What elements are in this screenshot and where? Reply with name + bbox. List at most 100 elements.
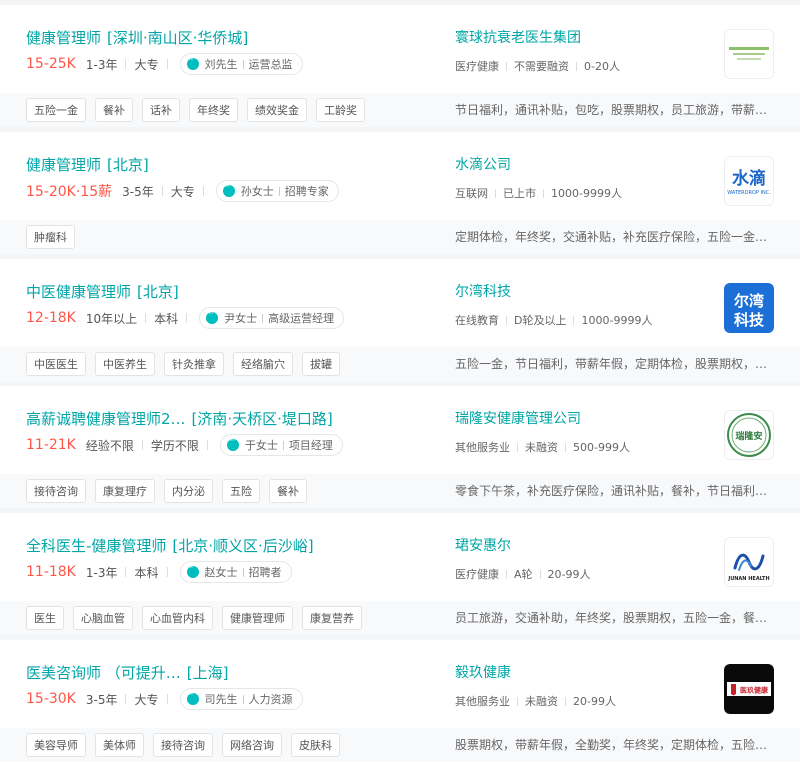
company-size: 20-99人 bbox=[573, 695, 616, 708]
divider bbox=[506, 61, 507, 71]
job-card[interactable]: 中医健康管理师 [北京] 12-18K 10年以上 本科 尹女士高级运营经理 尔湾… bbox=[0, 259, 800, 381]
company-benefits: 员工旅游，交通补助，年终奖，股票期权，五险一金，餐… bbox=[455, 611, 768, 625]
recruiter-chat-button[interactable]: 刘先生运营总监 bbox=[179, 53, 303, 75]
company-industry: 互联网 bbox=[455, 187, 488, 200]
divider bbox=[278, 186, 280, 196]
job-tag: 餐补 bbox=[269, 479, 307, 503]
job-tag: 绩效奖金 bbox=[247, 98, 307, 122]
job-primary: 高薪诚聘健康管理师2… [济南·天桥区·堤口路] 11-21K 经验不限 学历不限… bbox=[0, 386, 800, 476]
company-benefits: 节日福利，通讯补贴，包吃，股票期权，员工旅游，带薪… bbox=[455, 103, 768, 117]
junan-health-logo-icon[interactable]: JUNAN HEALTH bbox=[724, 537, 774, 587]
job-title-link[interactable]: 中医健康管理师 [北京] bbox=[26, 281, 179, 302]
recruiter-chat-button[interactable]: 司先生人力资源 bbox=[179, 688, 303, 710]
divider bbox=[282, 440, 284, 450]
job-tag: 心脑血管 bbox=[73, 606, 133, 630]
company-stage: 已上市 bbox=[503, 187, 536, 200]
job-location[interactable]: [上海] bbox=[187, 664, 229, 682]
company-meta: 医疗健康 A轮 20-99人 bbox=[455, 566, 591, 582]
job-tag: 五险 bbox=[222, 479, 260, 503]
job-tag: 美容导师 bbox=[26, 733, 86, 757]
company-name-link[interactable]: 水滴公司 bbox=[455, 154, 511, 174]
chat-bubble-icon bbox=[186, 55, 199, 70]
job-tag: 接待咨询 bbox=[153, 733, 213, 757]
job-location[interactable]: [北京] bbox=[107, 156, 149, 174]
recruiter-name: 尹女士 bbox=[224, 312, 258, 325]
company-size: 500-999人 bbox=[573, 441, 630, 454]
job-location[interactable]: [济南·天桥区·堤口路] bbox=[192, 410, 333, 428]
job-salary: 15-25K bbox=[26, 56, 76, 72]
job-card[interactable]: 健康管理师 [北京] 15-20K·15薪 3-5年 大专 孙女士招聘专家 水滴公… bbox=[0, 132, 800, 254]
job-footer: 接待咨询 康复理疗 内分泌 五险 餐补 零食下午茶，补充医疗保险，通讯补贴，餐补… bbox=[0, 474, 800, 508]
recruiter-chat-button[interactable]: 赵女士招聘者 bbox=[179, 561, 292, 583]
job-meta: 11-21K 经验不限 学历不限 于女士项目经理 bbox=[26, 434, 343, 456]
job-title[interactable]: 中医健康管理师 bbox=[26, 283, 131, 301]
job-experience: 1-3年 bbox=[85, 565, 118, 580]
job-education: 学历不限 bbox=[150, 438, 199, 453]
recruiter-chat-button[interactable]: 孙女士招聘专家 bbox=[215, 180, 339, 202]
job-location[interactable]: [北京·顺义区·后沙峪] bbox=[172, 537, 313, 555]
divider bbox=[262, 313, 264, 323]
job-title[interactable]: 健康管理师 bbox=[26, 29, 101, 47]
job-title-link[interactable]: 健康管理师 [深圳·南山区·华侨城] bbox=[26, 27, 248, 48]
job-salary: 11-21K bbox=[26, 437, 76, 453]
job-card[interactable]: 高薪诚聘健康管理师2… [济南·天桥区·堤口路] 11-21K 经验不限 学历不限… bbox=[0, 386, 800, 508]
job-title[interactable]: 全科医生-健康管理师 bbox=[26, 537, 166, 555]
green-text-logo-icon[interactable] bbox=[724, 29, 774, 79]
divider bbox=[141, 440, 143, 450]
job-title[interactable]: 健康管理师 bbox=[26, 156, 101, 174]
job-experience: 3-5年 bbox=[122, 184, 154, 199]
waterdrop-logo-icon[interactable]: 水滴 WATERDROP INC. bbox=[724, 156, 774, 206]
erwan-logo-icon[interactable]: 尔湾 科技 bbox=[724, 283, 774, 333]
recruiter-chat-button[interactable]: 尹女士高级运营经理 bbox=[199, 307, 345, 329]
company-name-link[interactable]: 寰球抗衰老医生集团 bbox=[455, 27, 581, 47]
job-salary: 12-18K bbox=[26, 310, 76, 326]
job-meta: 15-20K·15薪 3-5年 大专 孙女士招聘专家 bbox=[26, 180, 339, 202]
job-title[interactable]: 高薪诚聘健康管理师2… bbox=[26, 410, 186, 428]
logo-text: 尔湾 bbox=[734, 292, 764, 310]
divider bbox=[125, 567, 127, 577]
job-title-link[interactable]: 健康管理师 [北京] bbox=[26, 154, 149, 175]
job-location[interactable]: [北京] bbox=[137, 283, 179, 301]
logo-text: JUNAN HEALTH bbox=[727, 576, 769, 582]
company-industry: 在线教育 bbox=[455, 314, 499, 327]
company-benefits: 股票期权，带薪年假，全勤奖，年终奖，定期体检，五险… bbox=[455, 738, 768, 752]
job-tag: 美体师 bbox=[95, 733, 144, 757]
job-tag: 内分泌 bbox=[164, 479, 213, 503]
job-title-link[interactable]: 高薪诚聘健康管理师2… [济南·天桥区·堤口路] bbox=[26, 408, 333, 429]
job-location[interactable]: [深圳·南山区·华侨城] bbox=[107, 29, 248, 47]
company-name-link[interactable]: 尔湾科技 bbox=[455, 281, 511, 301]
company-stage: A轮 bbox=[514, 568, 533, 581]
job-tag: 心血管内科 bbox=[142, 606, 213, 630]
divider bbox=[242, 567, 244, 577]
company-industry: 医疗健康 bbox=[455, 568, 499, 581]
job-footer: 五险一金 餐补 话补 年终奖 绩效奖金 工龄奖 节日福利，通讯补贴，包吃，股票期… bbox=[0, 93, 800, 127]
company-name-link[interactable]: 毅玖健康 bbox=[455, 662, 511, 682]
recruiter-name: 赵女士 bbox=[204, 566, 238, 579]
job-experience: 3-5年 bbox=[85, 692, 118, 707]
company-meta: 医疗健康 不需要融资 0-20人 bbox=[455, 58, 620, 74]
recruiter-title: 人力资源 bbox=[248, 693, 293, 706]
divider bbox=[166, 567, 168, 577]
divider bbox=[166, 59, 168, 69]
company-name-link[interactable]: 瑞隆安健康管理公司 bbox=[455, 408, 581, 428]
divider bbox=[543, 188, 544, 198]
job-title-link[interactable]: 全科医生-健康管理师 [北京·顺义区·后沙峪] bbox=[26, 535, 314, 556]
job-tags: 医生 心脑血管 心血管内科 健康管理师 康复营养 bbox=[26, 606, 371, 630]
company-industry: 其他服务业 bbox=[455, 441, 510, 454]
job-card[interactable]: 医美咨询师 （可提升… [上海] 15-30K 3-5年 大专 司先生人力资源 毅… bbox=[0, 640, 800, 762]
logo-subtext: WATERDROP INC. bbox=[727, 190, 771, 196]
yijiu-health-logo-icon[interactable]: 医玖健康 bbox=[724, 664, 774, 714]
job-title[interactable]: 医美咨询师 （可提升… bbox=[26, 664, 181, 682]
chat-bubble-icon bbox=[226, 436, 239, 451]
job-tag: 康复营养 bbox=[302, 606, 362, 630]
recruiter-chat-button[interactable]: 于女士项目经理 bbox=[219, 434, 343, 456]
job-card[interactable]: 健康管理师 [深圳·南山区·华侨城] 15-25K 1-3年 大专 刘先生运营总监… bbox=[0, 5, 800, 127]
job-salary: 15-20K·15薪 bbox=[26, 184, 113, 200]
job-title-link[interactable]: 医美咨询师 （可提升… [上海] bbox=[26, 662, 229, 683]
chat-bubble-icon bbox=[186, 690, 199, 705]
company-name-link[interactable]: 珺安惠尔 bbox=[455, 535, 511, 555]
company-benefits: 定期体检，年终奖，交通补贴，补充医疗保险，五险一金… bbox=[455, 230, 768, 244]
job-card[interactable]: 全科医生-健康管理师 [北京·顺义区·后沙峪] 11-18K 1-3年 本科 赵女… bbox=[0, 513, 800, 635]
ruilongan-seal-icon[interactable]: 瑞隆安 bbox=[724, 410, 774, 460]
recruiter-title: 高级运营经理 bbox=[268, 312, 335, 325]
